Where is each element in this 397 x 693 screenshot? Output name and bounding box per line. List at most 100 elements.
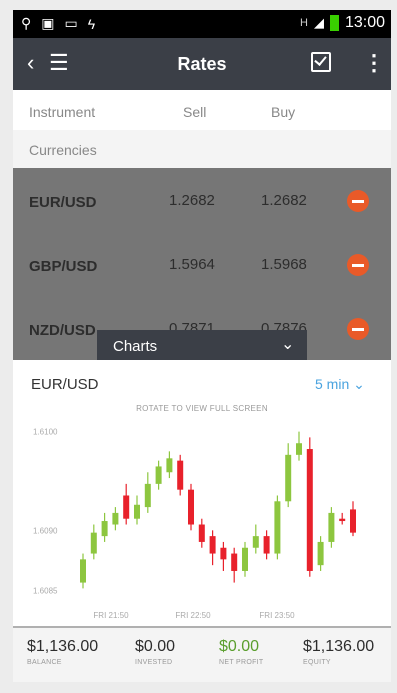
- candle: [177, 454, 184, 496]
- candle-body: [339, 518, 346, 522]
- candle-body: [90, 532, 97, 554]
- candle: [90, 524, 97, 560]
- rate-sell[interactable]: 1.2682: [169, 192, 215, 209]
- candle: [285, 443, 292, 508]
- x-tick-label: FRI 23:50: [259, 611, 295, 620]
- candle-body: [317, 541, 324, 566]
- y-tick-label: 1.6100: [33, 428, 58, 437]
- rate-instrument: NZD/USD: [29, 322, 96, 339]
- instrument-column-label: Instrument: [29, 104, 96, 120]
- candle: [306, 437, 313, 577]
- rate-row-eurusd[interactable]: EUR/USD 1.2682 1.2682: [13, 168, 391, 232]
- device-frame: ⚲ ▣ ▭ ϟ H ◢ 13:00 ‹ ☰ Rates ⋮ Instrument…: [0, 0, 397, 693]
- candle-body: [166, 458, 173, 473]
- sell-column-label: Sell: [183, 104, 207, 120]
- candle: [220, 541, 227, 571]
- status-bar-system: H ◢ 13:00: [300, 14, 385, 32]
- candle-body: [80, 559, 86, 583]
- overflow-menu-icon[interactable]: ⋮: [363, 52, 385, 74]
- candle-body: [350, 509, 356, 533]
- timeframe-selector[interactable]: 5 min ⌄: [315, 376, 365, 393]
- candle: [155, 460, 162, 490]
- y-tick-label: 1.6085: [33, 587, 58, 596]
- candle: [134, 495, 140, 525]
- x-tick-label: FRI 22:50: [175, 611, 211, 620]
- column-header: Instrument Sell Buy: [13, 90, 391, 130]
- candle-body: [188, 489, 194, 525]
- voicemail-icon: ▭: [64, 15, 78, 31]
- battery-icon: [329, 15, 339, 31]
- candle: [123, 483, 130, 525]
- net-profit-summary: $0.00 NET PROFIT: [219, 638, 263, 666]
- invested-value: $0.00: [135, 638, 176, 655]
- net-profit-label: NET PROFIT: [219, 659, 264, 666]
- balance-label: BALANCE: [27, 659, 62, 666]
- candle-body: [263, 536, 270, 554]
- candle: [101, 512, 108, 542]
- status-bar: ⚲ ▣ ▭ ϟ H ◢ 13:00: [13, 10, 391, 38]
- candle-body: [285, 454, 292, 502]
- candle: [198, 518, 205, 548]
- candle: [209, 530, 216, 566]
- candle: [317, 536, 324, 571]
- x-tick-label: FRI 21:50: [93, 611, 129, 620]
- candle: [112, 507, 119, 531]
- candle: [274, 495, 281, 560]
- charts-panel-label: Charts: [113, 338, 158, 355]
- timeframe-value: 5 min: [315, 376, 350, 392]
- candle-body: [155, 466, 162, 484]
- candle: [80, 553, 86, 589]
- candle-body: [209, 536, 216, 554]
- candle: [328, 507, 335, 548]
- candle: [144, 472, 151, 513]
- balance-value: $1,136.00: [27, 638, 99, 655]
- rate-instrument: GBP/USD: [29, 258, 98, 275]
- y-tick-label: 1.6090: [33, 526, 58, 535]
- section-header: Currencies: [13, 130, 391, 168]
- chevron-down-icon: ⌄: [353, 376, 365, 392]
- charts-panel-toggle[interactable]: Charts ⌄: [97, 330, 307, 362]
- candle: [263, 530, 270, 560]
- candle-body: [296, 443, 302, 455]
- signal-icon: ◢: [313, 15, 324, 30]
- candle-body: [306, 449, 313, 571]
- candle-body: [101, 521, 108, 537]
- status-bar-notifications: ⚲ ▣ ▭ ϟ: [21, 15, 95, 32]
- checkbox-icon[interactable]: [311, 52, 331, 72]
- remove-icon[interactable]: [347, 190, 369, 212]
- bolt-icon: ϟ: [87, 15, 96, 32]
- page-title: Rates: [177, 54, 227, 74]
- candlestick-chart[interactable]: 1.6100 1.6090 1.6085 FRI 21:50 FRI 22:50 FRI …: [13, 410, 391, 625]
- invested-label: INVESTED: [135, 659, 173, 666]
- network-type: H: [300, 17, 308, 29]
- candle: [252, 524, 259, 554]
- briefcase-icon: ▣: [41, 15, 55, 31]
- rate-row-gbpusd[interactable]: GBP/USD 1.5964 1.5968: [13, 232, 391, 296]
- remove-icon[interactable]: [347, 318, 369, 340]
- app-bar: ‹ ☰ Rates ⋮: [13, 38, 391, 90]
- candle-body: [328, 512, 335, 542]
- candle: [242, 541, 248, 577]
- usb-icon: ⚲: [21, 15, 32, 31]
- rate-instrument: EUR/USD: [29, 194, 97, 211]
- section-title: Currencies: [29, 142, 97, 158]
- chart-panel: EUR/USD 5 min ⌄ ROTATE TO VIEW FULL SCRE…: [13, 360, 391, 626]
- candle: [188, 483, 194, 531]
- rate-sell[interactable]: 1.5964: [169, 256, 215, 273]
- screen: ⚲ ▣ ▭ ϟ H ◢ 13:00 ‹ ☰ Rates ⋮ Instrument…: [13, 10, 391, 682]
- balance-summary: $1,136.00 BALANCE: [27, 638, 98, 666]
- chart-instrument: EUR/USD: [31, 376, 99, 393]
- candle-body: [242, 547, 248, 571]
- candle: [166, 451, 173, 479]
- equity-label: EQUITY: [303, 659, 331, 666]
- candle-body: [134, 504, 140, 519]
- candle-body: [144, 483, 151, 508]
- candle-body: [231, 553, 238, 571]
- candle-body: [177, 460, 184, 490]
- rate-buy[interactable]: 1.5968: [261, 256, 307, 273]
- candle-body: [112, 512, 119, 525]
- candle-body: [274, 501, 281, 554]
- rate-buy[interactable]: 1.2682: [261, 192, 307, 209]
- remove-icon[interactable]: [347, 254, 369, 276]
- chevron-down-icon: ⌄: [281, 336, 295, 353]
